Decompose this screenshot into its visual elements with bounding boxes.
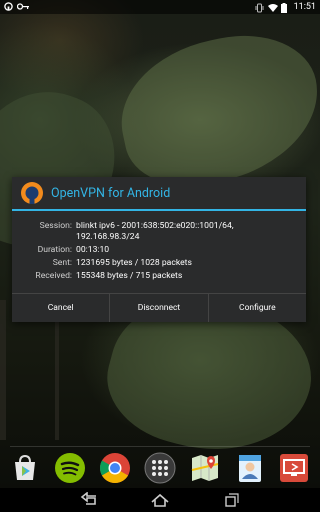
session-row: Session: blinkt ipv6 - 2001:638:502:e020… xyxy=(20,221,298,243)
app-drawer-icon[interactable] xyxy=(144,452,176,484)
dialog-title: OpenVPN for Android xyxy=(51,185,171,201)
session-info: Session: blinkt ipv6 - 2001:638:502:e020… xyxy=(12,211,306,282)
openvpn-status-icon xyxy=(4,2,13,11)
received-value: 155348 bytes / 715 packets xyxy=(76,271,183,281)
duration-value: 00:13:10 xyxy=(76,245,110,255)
navigation-bar xyxy=(0,488,320,512)
duration-row: Duration: 00:13:10 xyxy=(20,245,298,256)
duration-label: Duration: xyxy=(37,245,72,255)
status-bar: 11:51 xyxy=(0,0,320,14)
session-value: blinkt ipv6 - 2001:638:502:e020::1001/64… xyxy=(76,221,234,242)
back-icon[interactable] xyxy=(80,491,100,508)
disconnect-button[interactable]: Disconnect xyxy=(110,294,209,322)
wallpaper-leaf xyxy=(107,20,320,200)
spotify-icon[interactable] xyxy=(54,452,86,484)
received-label: Received: xyxy=(35,271,72,281)
sent-value: 1231695 bytes / 1028 packets xyxy=(76,258,192,268)
remote-desktop-icon[interactable] xyxy=(278,452,310,484)
vpn-key-icon xyxy=(16,2,29,11)
wifi-icon xyxy=(267,3,278,12)
vibrate-icon xyxy=(255,3,264,12)
openvpn-logo-icon xyxy=(20,181,44,205)
battery-icon xyxy=(280,2,290,13)
chrome-icon[interactable] xyxy=(99,452,131,484)
wallpaper-branch xyxy=(0,300,6,440)
cancel-button[interactable]: Cancel xyxy=(12,294,111,322)
sent-label: Sent: xyxy=(52,258,72,268)
app-dock xyxy=(0,448,320,488)
vpn-status-dialog: OpenVPN for Android Session: blinkt ipv6… xyxy=(12,177,306,322)
received-row: Received: 155348 bytes / 715 packets xyxy=(20,271,298,282)
session-label: Session: xyxy=(39,221,72,231)
sent-row: Sent: 1231695 bytes / 1028 packets xyxy=(20,258,298,269)
dialog-button-bar: Cancel Disconnect Configure xyxy=(12,293,306,322)
maps-icon[interactable] xyxy=(189,452,221,484)
contacts-icon[interactable] xyxy=(234,452,266,484)
play-store-icon[interactable] xyxy=(9,452,41,484)
recents-icon[interactable] xyxy=(220,492,240,508)
dialog-header: OpenVPN for Android xyxy=(12,177,306,211)
status-time: 11:51 xyxy=(293,2,316,12)
configure-button[interactable]: Configure xyxy=(209,294,306,322)
home-icon[interactable] xyxy=(150,492,170,508)
dock-divider xyxy=(10,446,310,447)
